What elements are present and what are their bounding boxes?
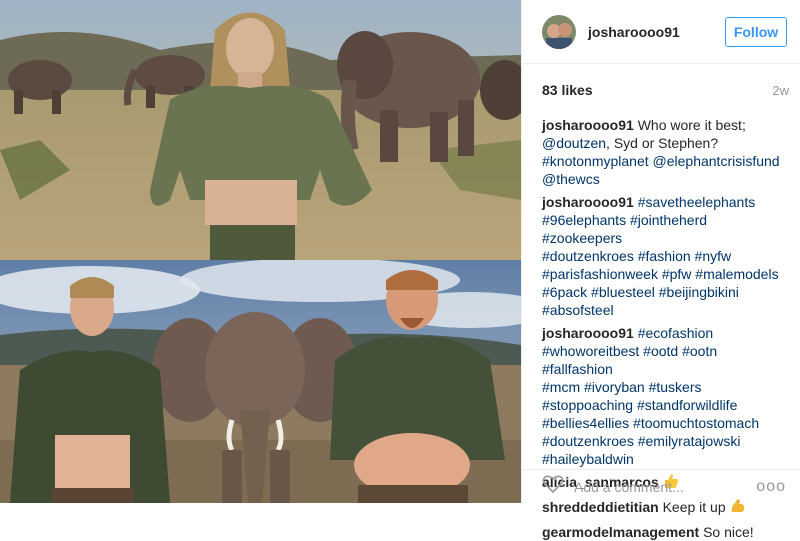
comment: josharoooo91 #ecofashion #whoworeitbest … bbox=[542, 324, 788, 468]
comment-hashtags[interactable]: #6pack #bluesteel #beijingbikini bbox=[542, 284, 739, 300]
comment-hashtags[interactable]: #parisfashionweek #pfw #malemodels bbox=[542, 266, 779, 282]
comment-hashtags[interactable]: #ecofashion bbox=[638, 325, 714, 341]
post-time[interactable]: 2w bbox=[772, 83, 789, 98]
comment-text: , Syd or Stephen? bbox=[606, 135, 719, 151]
post-sidebar: josharoooo91 Follow 83 likes 2w josharoo… bbox=[521, 0, 800, 540]
comment-hashtags[interactable]: #mcm #ivoryban #tuskers bbox=[542, 379, 702, 395]
comment-hashtags[interactable]: #knotonmyplanet @elephantcrisisfund bbox=[542, 153, 780, 169]
comment-mention[interactable]: @thewcs bbox=[542, 171, 600, 187]
comment-hashtags[interactable]: #absofsteel bbox=[542, 302, 614, 318]
avatar[interactable] bbox=[542, 14, 576, 49]
comment-text: Who wore it best; bbox=[637, 117, 746, 133]
comment-username[interactable]: josharoooo91 bbox=[542, 325, 634, 341]
comment-hashtags[interactable]: #stoppoaching #standforwildlife bbox=[542, 397, 737, 413]
instagram-post: josharoooo91 Follow 83 likes 2w josharoo… bbox=[0, 0, 800, 540]
comment-hashtags[interactable]: #whoworeitbest #ootd #ootn #fallfashion bbox=[542, 343, 717, 377]
follow-button[interactable]: Follow bbox=[725, 16, 787, 47]
photo-woman-elephants bbox=[0, 0, 521, 260]
comment-hashtags[interactable]: #savetheelephants bbox=[638, 194, 756, 210]
post-meta: 83 likes 2w bbox=[522, 64, 800, 116]
comment-mention[interactable]: @doutzen bbox=[542, 135, 606, 151]
photo-men-elephant bbox=[0, 260, 521, 503]
comment-hashtags[interactable]: #96elephants #jointheherd #zookeepers bbox=[542, 212, 707, 246]
post-image[interactable] bbox=[0, 0, 521, 503]
add-comment-input[interactable]: Add a comment... bbox=[574, 479, 756, 495]
comment-username[interactable]: gearmodelmanagement bbox=[542, 524, 699, 540]
post-author-username[interactable]: josharoooo91 bbox=[588, 24, 725, 40]
comment-hashtags[interactable]: #doutzenkroes #emilyratajowski bbox=[542, 433, 740, 449]
comment: josharoooo91 Who wore it best; @doutzen,… bbox=[542, 116, 788, 188]
comment-text: So nice! bbox=[703, 524, 754, 540]
comment-hashtags[interactable]: #haileybaldwin bbox=[542, 451, 634, 467]
comment: gearmodelmanagement So nice! bbox=[542, 523, 788, 541]
post-header: josharoooo91 Follow bbox=[522, 0, 800, 64]
add-comment-bar: Add a comment... ooo bbox=[522, 469, 800, 503]
comment-hashtags[interactable]: #bellies4ellies #toomuchtostomach bbox=[542, 415, 759, 431]
comment: josharoooo91 #savetheelephants #96elepha… bbox=[542, 193, 788, 319]
comment-username[interactable]: josharoooo91 bbox=[542, 117, 634, 133]
heart-icon[interactable] bbox=[542, 474, 564, 499]
likes-count[interactable]: 83 likes bbox=[542, 82, 593, 98]
comment-username[interactable]: josharoooo91 bbox=[542, 194, 634, 210]
comment-hashtags[interactable]: #doutzenkroes #fashion #nyfw bbox=[542, 248, 731, 264]
more-options-icon[interactable]: ooo bbox=[756, 478, 786, 496]
